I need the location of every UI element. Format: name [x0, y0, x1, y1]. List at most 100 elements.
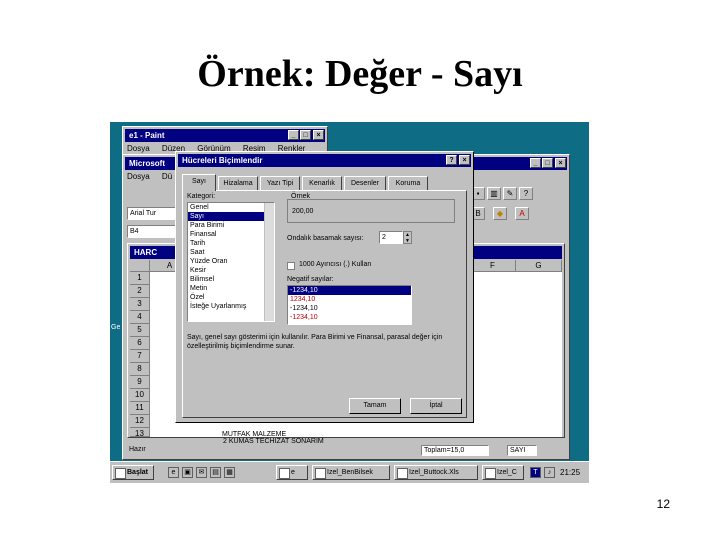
format-description: Sayı, genel sayı gösterimi için kullanıl…	[187, 334, 443, 350]
category-item[interactable]: Finansal	[188, 230, 274, 239]
tab-number[interactable]: Sayı	[182, 174, 216, 191]
cell-reference-box[interactable]: B4	[127, 225, 177, 238]
decimal-places-input[interactable]: 2	[379, 231, 403, 244]
taskbar: Başlat e ▣ ✉ ▤ ▦ e Izel_BenBilsek Izel_B…	[110, 461, 589, 483]
negative-format-item[interactable]: 1234,10	[288, 295, 411, 304]
slide-page-number: 12	[656, 497, 670, 511]
category-item[interactable]: İsteğe Uyarlanmış	[188, 302, 274, 311]
row-header[interactable]: 1	[130, 272, 150, 285]
desktop-side-text: Ge	[111, 324, 121, 331]
row-header[interactable]: 13	[130, 428, 150, 438]
thousands-separator-checkbox[interactable]	[287, 262, 295, 270]
sample-value: 200,00	[292, 208, 314, 215]
tab-font[interactable]: Yazı Tipi	[260, 176, 300, 190]
category-label: Kategori:	[187, 193, 216, 200]
chart-wizard-icon[interactable]: ▥	[487, 187, 501, 200]
row-header[interactable]: 9	[130, 376, 150, 389]
fill-color-icon[interactable]: ◆	[493, 207, 507, 220]
cancel-button[interactable]: İptal	[410, 398, 462, 414]
negative-format-item[interactable]: -1234,10	[288, 286, 411, 295]
excel-menu-item[interactable]: Dosya	[127, 172, 150, 181]
status-mode: SAYI	[507, 445, 537, 456]
row-header[interactable]: 6	[130, 337, 150, 350]
quick-launch-icon[interactable]: ▤	[210, 467, 221, 478]
sample-group: 200,00	[287, 199, 455, 223]
quick-launch-icon[interactable]: ✉	[196, 467, 207, 478]
excel-close-button[interactable]: ×	[555, 158, 566, 168]
help-icon[interactable]: ?	[519, 187, 533, 200]
workbook-title: HARC	[134, 248, 158, 257]
dialog-title: Hücreleri Biçimlendir	[182, 156, 263, 165]
drawing-icon[interactable]: ✎	[503, 187, 517, 200]
dialog-help-button[interactable]: ?	[446, 155, 457, 165]
category-item[interactable]: Para Birimi	[188, 221, 274, 230]
category-item[interactable]: Saat	[188, 248, 274, 257]
category-item[interactable]: Kesir	[188, 266, 274, 275]
task-button[interactable]: Izel_Buttock.Xls	[394, 465, 478, 480]
excel-maximize-button[interactable]: □	[542, 158, 553, 168]
paint-close-button[interactable]: ×	[313, 130, 324, 140]
category-scrollbar[interactable]	[264, 203, 274, 321]
cell-text[interactable]: 2 KUMAS TECHIZAT SONARIM	[223, 438, 324, 445]
negative-format-item[interactable]: -1234,10	[288, 304, 411, 313]
decimal-places-label: Ondalık basamak sayısı:	[287, 235, 364, 242]
tab-alignment[interactable]: Hizalama	[218, 176, 258, 190]
row-header[interactable]: 3	[130, 298, 150, 311]
task-button[interactable]: e	[276, 465, 308, 480]
font-color-icon[interactable]: A	[515, 207, 529, 220]
status-sum: Toplam=15,0	[421, 445, 489, 456]
row-header[interactable]: 7	[130, 350, 150, 363]
row-header[interactable]: 10	[130, 389, 150, 402]
excel-menu-bar: Dosya Dü	[127, 171, 182, 183]
row-header[interactable]: 11	[130, 402, 150, 415]
negative-numbers-list[interactable]: -1234,10 1234,10 -1234,10 -1234,10	[287, 285, 412, 325]
paint-titlebar[interactable]: e1 - Paint _ □ ×	[125, 129, 325, 142]
format-cells-dialog: Hücreleri Biçimlendir ? × Sayı Hizalama …	[175, 151, 474, 423]
paint-title: e1 - Paint	[129, 131, 165, 140]
tab-protection[interactable]: Koruma	[388, 176, 428, 190]
tray-volume-icon[interactable]: ♪	[544, 467, 555, 478]
row-header[interactable]: 4	[130, 311, 150, 324]
task-button[interactable]: Izel_C	[482, 465, 524, 480]
column-header[interactable]: G	[516, 260, 562, 272]
quick-launch-icon[interactable]: ▦	[224, 467, 235, 478]
start-button[interactable]: Başlat	[112, 465, 154, 480]
screenshot: e1 - Paint _ □ × Dosya Düzen Görünüm Res…	[110, 122, 589, 483]
status-ready: Hazır	[129, 446, 146, 453]
quick-launch-icon[interactable]: e	[168, 467, 179, 478]
category-item[interactable]: Tarih	[188, 239, 274, 248]
category-item[interactable]: Genel	[188, 203, 274, 212]
font-name-box[interactable]: Arial Tur	[127, 207, 177, 220]
excel-menu-item[interactable]: Dü	[162, 172, 172, 181]
ok-button[interactable]: Tamam	[349, 398, 401, 414]
tab-patterns[interactable]: Desenler	[344, 176, 386, 190]
row-header[interactable]: 5	[130, 324, 150, 337]
tab-border[interactable]: Kenarlık	[302, 176, 342, 190]
column-header[interactable]	[130, 260, 150, 272]
paint-minimize-button[interactable]: _	[288, 130, 299, 140]
negative-format-item[interactable]: -1234,10	[288, 313, 411, 322]
cell-text[interactable]: MUTFAK MALZEME	[222, 431, 286, 438]
category-item[interactable]: Metin	[188, 284, 274, 293]
category-item[interactable]: Özel	[188, 293, 274, 302]
excel-minimize-button[interactable]: _	[530, 158, 541, 168]
tray-language-icon[interactable]: T	[530, 467, 541, 478]
row-header[interactable]: 2	[130, 285, 150, 298]
task-button[interactable]: Izel_BenBilsek	[312, 465, 390, 480]
thousands-separator-label: 1000 Ayırıcısı (.) Kullan	[299, 261, 372, 268]
paint-maximize-button[interactable]: □	[300, 130, 311, 140]
column-header[interactable]: F	[470, 260, 516, 272]
dialog-titlebar[interactable]: Hücreleri Biçimlendir ? ×	[178, 154, 471, 167]
category-item[interactable]: Sayı	[188, 212, 274, 221]
number-tab-panel: Kategori: Genel Sayı Para Birimi Finansal Ta…	[182, 190, 467, 418]
category-item[interactable]: Yüzde Oran	[188, 257, 274, 266]
paint-menu-item[interactable]: Dosya	[127, 144, 150, 153]
category-item[interactable]: Bilimsel	[188, 275, 274, 284]
row-header[interactable]: 8	[130, 363, 150, 376]
quick-launch-icon[interactable]: ▣	[182, 467, 193, 478]
category-list[interactable]: Genel Sayı Para Birimi Finansal Tarih Saat Yüz…	[187, 202, 275, 322]
dialog-close-button[interactable]: ×	[459, 155, 470, 165]
row-header[interactable]: 12	[130, 415, 150, 428]
slide-title: Örnek: Değer - Sayı	[197, 53, 523, 95]
decimal-places-stepper[interactable]: ▲ ▼	[403, 231, 412, 244]
